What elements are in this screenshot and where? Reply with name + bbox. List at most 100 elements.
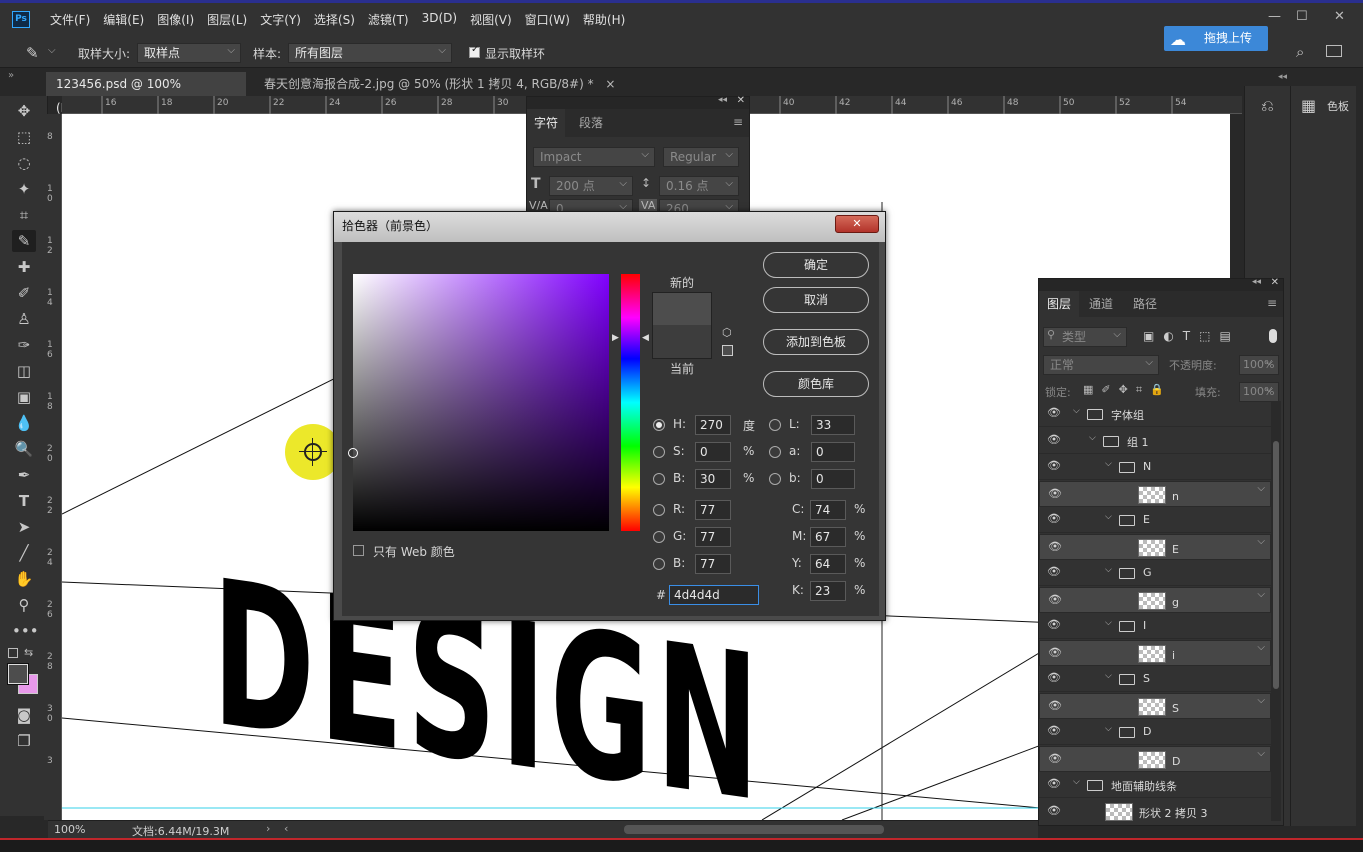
visibility-eye-icon[interactable]: 👁	[1047, 513, 1061, 525]
quick-mask-icon[interactable]: ◙	[12, 704, 36, 726]
layer-row[interactable]: 👁 ⌵ 字体组	[1039, 401, 1271, 427]
eyedropper-tool-icon[interactable]: ✎	[12, 230, 36, 252]
layer-row[interactable]: 👁 n	[1039, 480, 1271, 507]
tab-paragraph[interactable]: 段落	[579, 109, 603, 137]
tab-character[interactable]: 字符	[527, 109, 565, 137]
menu-item[interactable]: 滤镜(T)	[368, 11, 409, 28]
upload-button[interactable]: ☁ 拖拽上传	[1164, 26, 1268, 51]
minimize-icon[interactable]: —	[1268, 9, 1281, 24]
menu-item[interactable]: 视图(V)	[470, 11, 512, 28]
line-tool-icon[interactable]: ╱	[12, 542, 36, 564]
tab-close-icon[interactable]: ×	[605, 77, 615, 91]
visibility-eye-icon[interactable]: 👁	[1047, 407, 1061, 419]
eraser-tool-icon[interactable]: ◫	[12, 360, 36, 382]
font-style-select[interactable]: Regular	[663, 146, 739, 167]
close-panel-icon[interactable]: ✕	[1271, 277, 1279, 288]
cmyk-input[interactable]: 23	[810, 581, 846, 601]
stamp-tool-icon[interactable]: ♙	[12, 308, 36, 330]
group-expand-icon[interactable]: ⌵	[1073, 406, 1080, 416]
channel-radio[interactable]	[653, 558, 665, 570]
web-only-checkbox[interactable]	[353, 545, 364, 556]
current-color-swatch[interactable]	[652, 325, 712, 359]
cmyk-input[interactable]: 64	[810, 554, 846, 574]
layer-row[interactable]: 👁 ⌵ 地面辅助线条	[1039, 772, 1271, 798]
swap-colors-icon[interactable]: ⇆	[24, 646, 33, 659]
channel-input[interactable]: 30	[695, 469, 731, 489]
layer-row[interactable]: 👁 g	[1039, 586, 1271, 613]
menu-item[interactable]: 编辑(E)	[103, 11, 144, 28]
visibility-eye-icon[interactable]: 👁	[1048, 487, 1062, 500]
menu-item[interactable]: 选择(S)	[314, 11, 355, 28]
layer-filter-select[interactable]: 类型	[1043, 326, 1127, 347]
channel-input[interactable]: 77	[695, 500, 731, 520]
maximize-icon[interactable]: ☐	[1296, 9, 1308, 24]
path-selection-tool-icon[interactable]: ➤	[12, 516, 36, 538]
menu-item[interactable]: 帮助(H)	[583, 11, 625, 28]
add-to-swatches-button[interactable]: 添加到色板	[763, 329, 869, 355]
dodge-tool-icon[interactable]: 🔍	[12, 438, 36, 460]
channel-input[interactable]: 33	[811, 415, 855, 435]
tab-channels[interactable]: 通道	[1089, 291, 1113, 317]
channel-radio[interactable]	[653, 446, 665, 458]
cmyk-input[interactable]: 67	[810, 527, 846, 547]
collapse-toolbar-icon[interactable]: »	[8, 70, 14, 81]
hue-slider[interactable]	[621, 274, 640, 531]
healing-tool-icon[interactable]: ✚	[12, 256, 36, 278]
visibility-eye-icon[interactable]: 👁	[1047, 619, 1061, 631]
menu-item[interactable]: 文字(Y)	[260, 11, 301, 28]
layers-scroll-thumb[interactable]	[1273, 441, 1279, 689]
channel-input[interactable]: 0	[811, 469, 855, 489]
visibility-eye-icon[interactable]: 👁	[1048, 540, 1062, 553]
group-expand-icon[interactable]: ⌵	[1105, 459, 1112, 469]
hue-slider-right-arrow[interactable]: ◀	[642, 333, 649, 343]
group-expand-icon[interactable]: ⌵	[1105, 512, 1112, 522]
visibility-eye-icon[interactable]: 👁	[1047, 804, 1061, 817]
layer-row[interactable]: 👁 ⌵ 组 1	[1039, 428, 1271, 454]
channel-radio[interactable]	[769, 446, 781, 458]
visibility-eye-icon[interactable]: 👁	[1047, 778, 1061, 790]
menu-item[interactable]: 图层(L)	[207, 11, 247, 28]
leading-select[interactable]: 0.16 点	[659, 175, 739, 196]
eyedropper-icon[interactable]: ✎	[26, 44, 39, 62]
move-tool-icon[interactable]: ✥	[12, 100, 36, 122]
history-brush-tool-icon[interactable]: ✑	[12, 334, 36, 356]
color-libraries-button[interactable]: 颜色库	[763, 371, 869, 397]
zoom-tool-icon[interactable]: ⚲	[12, 594, 36, 616]
more-tools-icon[interactable]: •••	[12, 620, 39, 642]
layer-row[interactable]: 👁 D	[1039, 745, 1271, 772]
swatches-label[interactable]: 色板	[1327, 98, 1349, 114]
foreground-color-swatch[interactable]	[7, 663, 29, 685]
channel-radio[interactable]	[653, 473, 665, 485]
layer-row[interactable]: 👁 i	[1039, 639, 1271, 666]
layer-row[interactable]: 👁 E	[1039, 533, 1271, 560]
color-field-marker[interactable]	[348, 448, 358, 458]
layer-row[interactable]: 👁 ⌵ E	[1039, 507, 1271, 533]
visibility-eye-icon[interactable]: 👁	[1048, 752, 1062, 765]
group-expand-icon[interactable]: ⌵	[1105, 724, 1112, 734]
font-size-select[interactable]: 200 点	[549, 175, 633, 196]
channel-input[interactable]: 0	[811, 442, 855, 462]
horizontal-scrollbar[interactable]	[624, 825, 884, 834]
layers-scrollbar[interactable]	[1271, 401, 1281, 821]
dialog-close-button[interactable]: ✕	[835, 215, 879, 233]
crop-tool-icon[interactable]: ⌗	[12, 204, 36, 226]
status-arrow-icon[interactable]: ›	[266, 822, 270, 835]
blur-tool-icon[interactable]: 💧	[12, 412, 36, 434]
lock-icons[interactable]: ▦✐✥⌗🔒	[1083, 383, 1172, 397]
screen-mode-icon[interactable]: ❐	[12, 730, 36, 752]
default-colors-icon[interactable]	[8, 648, 18, 658]
visibility-eye-icon[interactable]: 👁	[1047, 672, 1061, 684]
cmyk-input[interactable]: 74	[810, 500, 846, 520]
lasso-tool-icon[interactable]: ◌	[12, 152, 36, 174]
sample-select[interactable]: 所有图层	[288, 42, 452, 63]
hex-input[interactable]: 4d4d4d	[669, 585, 759, 605]
visibility-eye-icon[interactable]: 👁	[1047, 566, 1061, 578]
layer-row[interactable]: 👁 ⌵ D	[1039, 719, 1271, 745]
channel-radio[interactable]	[769, 419, 781, 431]
menu-item[interactable]: 文件(F)	[50, 11, 90, 28]
panel-menu-icon[interactable]: ≡	[1267, 296, 1277, 310]
tab-paths[interactable]: 路径	[1133, 291, 1157, 317]
tab-123456-psd[interactable]: 123456.psd @ 100%(RGB/8#) * ×	[46, 72, 246, 115]
web-safe-swatch-icon[interactable]	[722, 345, 733, 356]
channel-input[interactable]: 0	[695, 442, 731, 462]
